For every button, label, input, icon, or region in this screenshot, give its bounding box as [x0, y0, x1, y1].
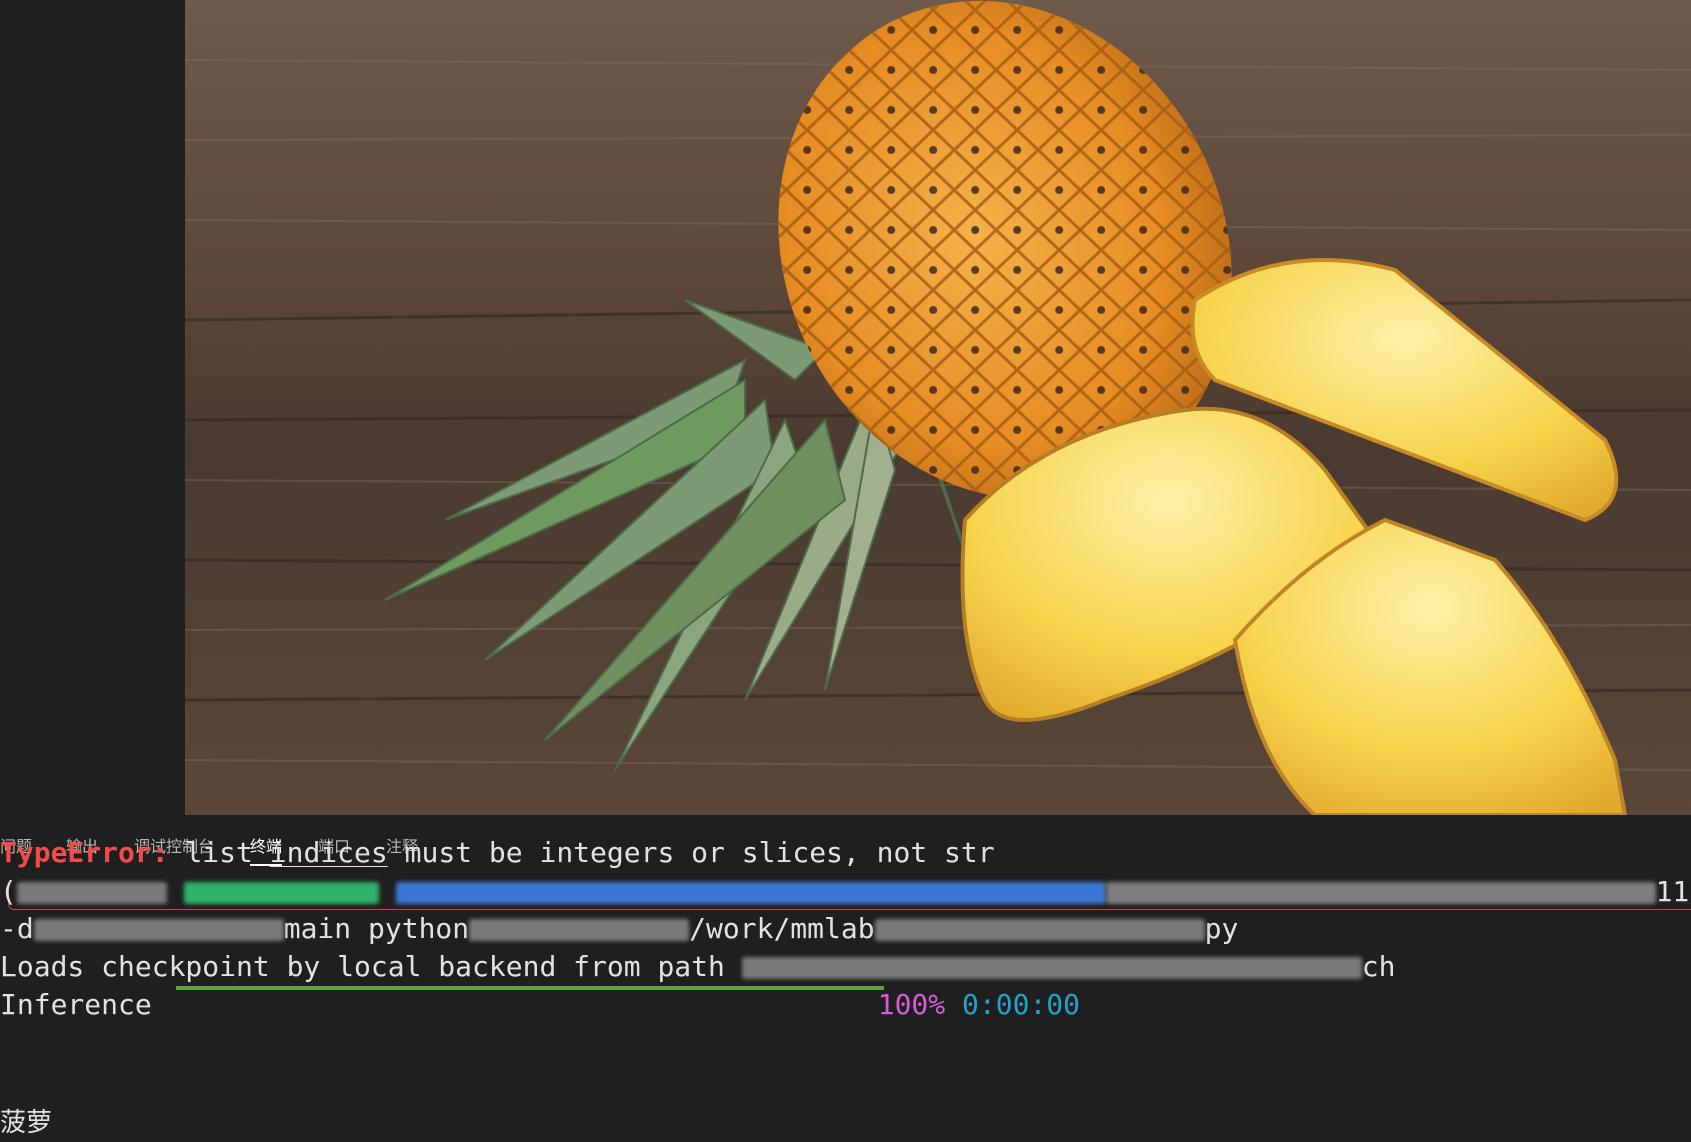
terminal-line-checkpoint: Loads checkpoint by local backend from p…	[0, 950, 1396, 983]
redacted-text	[33, 919, 284, 941]
redacted-text	[469, 919, 690, 941]
redacted-text	[874, 919, 1205, 941]
redacted-text	[1105, 882, 1656, 904]
progress-eta: 0:00:00	[962, 988, 1081, 1021]
redacted-text	[16, 882, 167, 904]
redacted-text	[183, 882, 379, 904]
progress-percent: 100%	[877, 988, 946, 1021]
terminal-line-redacted-1: ( 11/s	[0, 875, 1691, 908]
terminal-line-error: TypeError: list indices must be integers…	[0, 836, 995, 869]
redacted-text	[741, 957, 1362, 979]
error-keyword: TypeError:	[0, 836, 169, 869]
progress-bar	[176, 986, 884, 990]
terminal-line-progress: Inference 100% 0:00:00	[0, 987, 1080, 1023]
terminal-line-redacted-2: -d main python/work/mmlab py	[0, 912, 1239, 945]
terminal-output[interactable]: TypeError: list indices must be integers…	[0, 110, 1691, 1138]
progress-label: Inference	[0, 988, 152, 1021]
terminal-line-result: 菠萝	[0, 1108, 53, 1138]
redacted-text	[395, 882, 1106, 904]
